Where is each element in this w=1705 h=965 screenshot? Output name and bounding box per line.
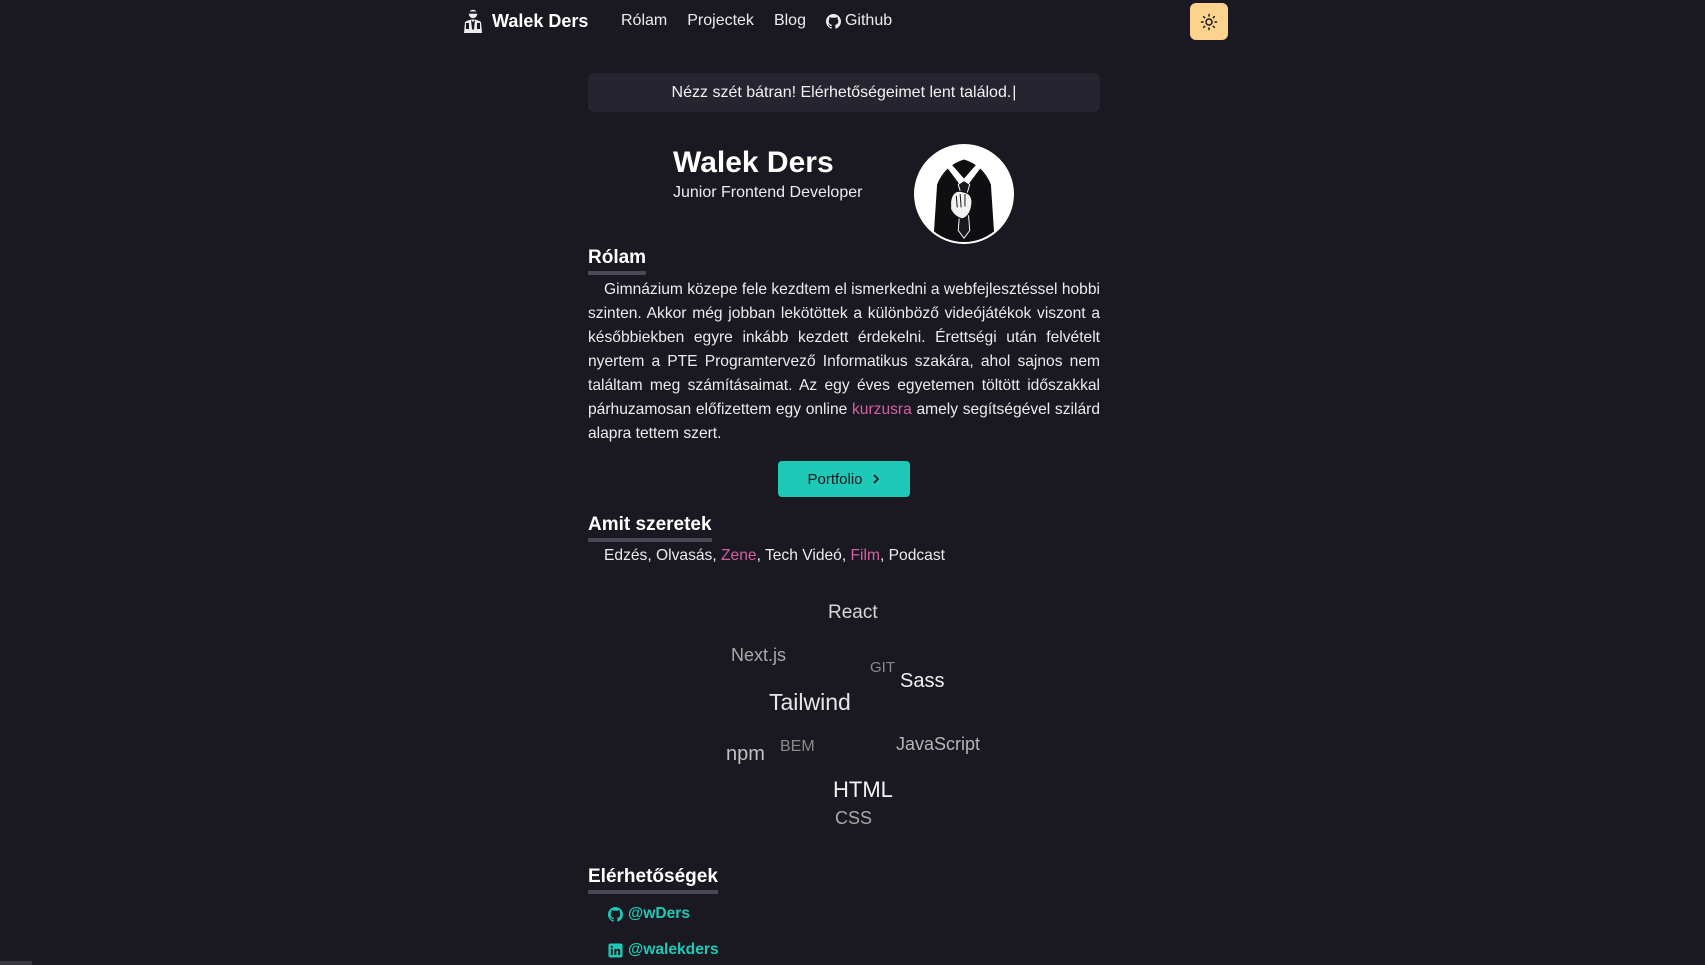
like-item: Podcast [888,547,945,564]
portfolio-button-label: Portfolio [807,470,863,488]
contact-label: @walekders [628,941,719,958]
avatar [914,144,1014,244]
about-section-title: Rólam [588,247,647,275]
github-icon [608,906,623,922]
like-item: Olvasás [656,547,713,564]
skill-word: Next.js [731,645,787,665]
contact-label: @wDers [628,905,691,922]
skill-word: GIT [870,659,895,676]
likes-section-title: Amit szeretek [588,514,712,542]
about-text-part: Gimnázium közepe fele kezdtem el ismerke… [588,281,1100,418]
nav-link-label: Blog [773,12,806,29]
contacts-section-title: Elérhetőségek [588,866,718,894]
skill-word: React [828,602,878,623]
skill-word: CSS [835,808,873,828]
theme-toggle-button[interactable] [1190,3,1228,40]
likes-list: Edzés, Olvasás, Zene, Tech Videó, Film, … [604,547,945,564]
typing-cursor: | [1012,83,1017,101]
like-item-link[interactable]: Zene [721,547,757,564]
scrollbar-thumb[interactable] [0,961,32,965]
linkedin-icon [608,942,623,958]
contact-github-link[interactable]: @wDers [608,905,690,923]
skill-word: BEM [780,738,815,755]
like-item: Tech Videó [764,547,842,564]
brand-logo-icon [464,9,482,33]
skill-word: npm [726,743,765,765]
nav-link-blog[interactable]: Blog [774,12,806,30]
nav-link-github[interactable]: Github [825,12,893,30]
avatar-image [916,146,1012,242]
nav-link-label: Projectek [687,12,754,29]
nav-link-rolam[interactable]: Rólam [621,12,667,30]
like-item: Edzés [604,547,648,564]
skill-word: Sass [900,670,945,692]
skill-word: Tailwind [769,689,851,715]
contact-linkedin-link[interactable]: @walekders [608,941,719,959]
nav-links: Rólam Projectek Blog Github [621,12,892,30]
top-nav: Walek Ders Rólam Projectek Blog Github [0,0,1705,44]
nav-link-label: Rólam [621,12,668,29]
skill-word: HTML [833,777,893,802]
profile-name: Walek Ders [673,146,834,179]
portfolio-button[interactable]: Portfolio [778,461,910,497]
nav-link-label: Github [844,12,893,29]
profile-role: Junior Frontend Developer [673,184,863,201]
like-item-link[interactable]: Film [851,547,880,564]
brand-name: Walek Ders [492,10,589,31]
skill-word: JavaScript [896,734,981,754]
kurzus-link[interactable]: kurzusra [852,401,912,418]
sun-icon [1200,13,1218,30]
nav-link-projectek[interactable]: Projectek [687,12,754,30]
page: Walek Ders Rólam Projectek Blog Github N… [0,0,1705,965]
brand-link[interactable]: Walek Ders [462,9,588,33]
about-text: Gimnázium közepe fele kezdtem el ismerke… [588,278,1100,446]
chevron-right-icon [872,474,879,484]
github-icon [825,13,841,29]
greeting-text: Nézz szét bátran! Elérhetőségeimet lent … [671,83,1012,101]
greeting-banner: Nézz szét bátran! Elérhetőségeimet lent … [588,73,1100,112]
